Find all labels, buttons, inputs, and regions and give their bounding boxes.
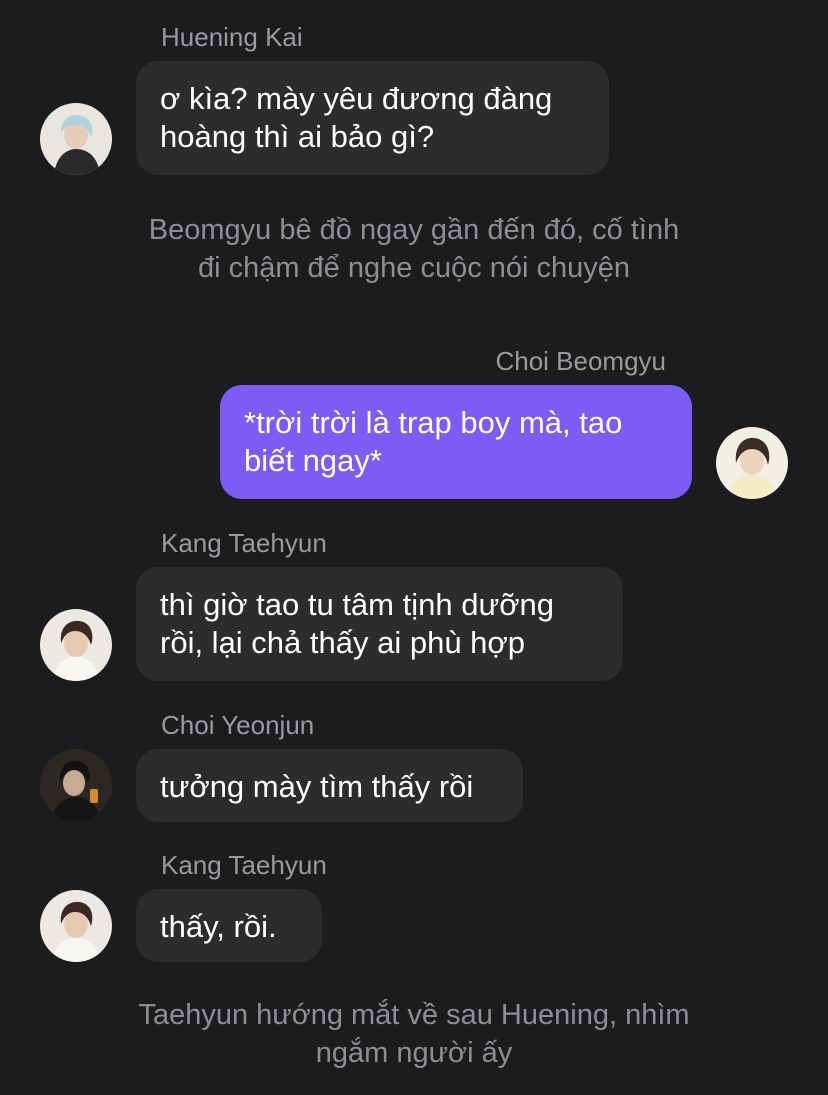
message-line: tưởng mày tìm thấy rồi bbox=[160, 769, 474, 804]
huening-kai-avatar-icon bbox=[40, 103, 112, 175]
sender-name: Kang Taehyun bbox=[161, 850, 327, 880]
sender-name: Huening Kai bbox=[161, 22, 303, 52]
message-bubble[interactable]: tưởng mày tìm thấy rồi bbox=[136, 749, 523, 822]
kang-taehyun-avatar-icon bbox=[40, 890, 112, 962]
choi-yeonjun-avatar-icon bbox=[40, 749, 112, 821]
message-line: *trời trời là trap boy mà, tao bbox=[244, 405, 623, 440]
narration-line: Beomgyu bê đồ ngay gần đến đó, cố tình bbox=[148, 214, 680, 246]
narration-text: Taehyun hướng mắt về sau Huening, nhìm n… bbox=[60, 996, 768, 1072]
message-line: ơ kìa? mày yêu đương đàng bbox=[160, 81, 553, 116]
message-line: thấy, rồi. bbox=[160, 909, 277, 944]
kang-taehyun-avatar-icon bbox=[40, 609, 112, 681]
narration-text: Beomgyu bê đồ ngay gần đến đó, cố tình đ… bbox=[60, 211, 768, 287]
sender-name: Kang Taehyun bbox=[161, 528, 327, 558]
message-line: thì giờ tao tu tâm tịnh dưỡng bbox=[160, 587, 555, 622]
sender-name: Choi Yeonjun bbox=[161, 710, 315, 740]
choi-beomgyu-avatar-icon bbox=[716, 427, 788, 499]
message-bubble[interactable]: *trời trời là trap boy mà, tao biết ngay… bbox=[220, 385, 692, 499]
message-bubble[interactable]: thì giờ tao tu tâm tịnh dưỡng rồi, lại c… bbox=[136, 567, 623, 681]
avatar[interactable] bbox=[716, 427, 788, 499]
message-line: biết ngay* bbox=[244, 443, 382, 478]
narration-line: đi chậm để nghe cuộc nói chuyện bbox=[197, 252, 631, 284]
avatar[interactable] bbox=[40, 609, 112, 681]
message-line: rồi, lại chả thấy ai phù hợp bbox=[160, 625, 525, 660]
avatar[interactable] bbox=[40, 890, 112, 962]
narration-line: Taehyun hướng mắt về sau Huening, nhìm bbox=[138, 999, 690, 1031]
message-line: hoàng thì ai bảo gì? bbox=[160, 119, 435, 154]
message-bubble[interactable]: thấy, rồi. bbox=[136, 889, 322, 962]
sender-name: Choi Beomgyu bbox=[495, 346, 666, 376]
avatar[interactable] bbox=[40, 749, 112, 821]
message-bubble[interactable]: ơ kìa? mày yêu đương đàng hoàng thì ai b… bbox=[136, 61, 609, 175]
narration-line: ngắm người ấy bbox=[315, 1037, 513, 1069]
avatar[interactable] bbox=[40, 103, 112, 175]
